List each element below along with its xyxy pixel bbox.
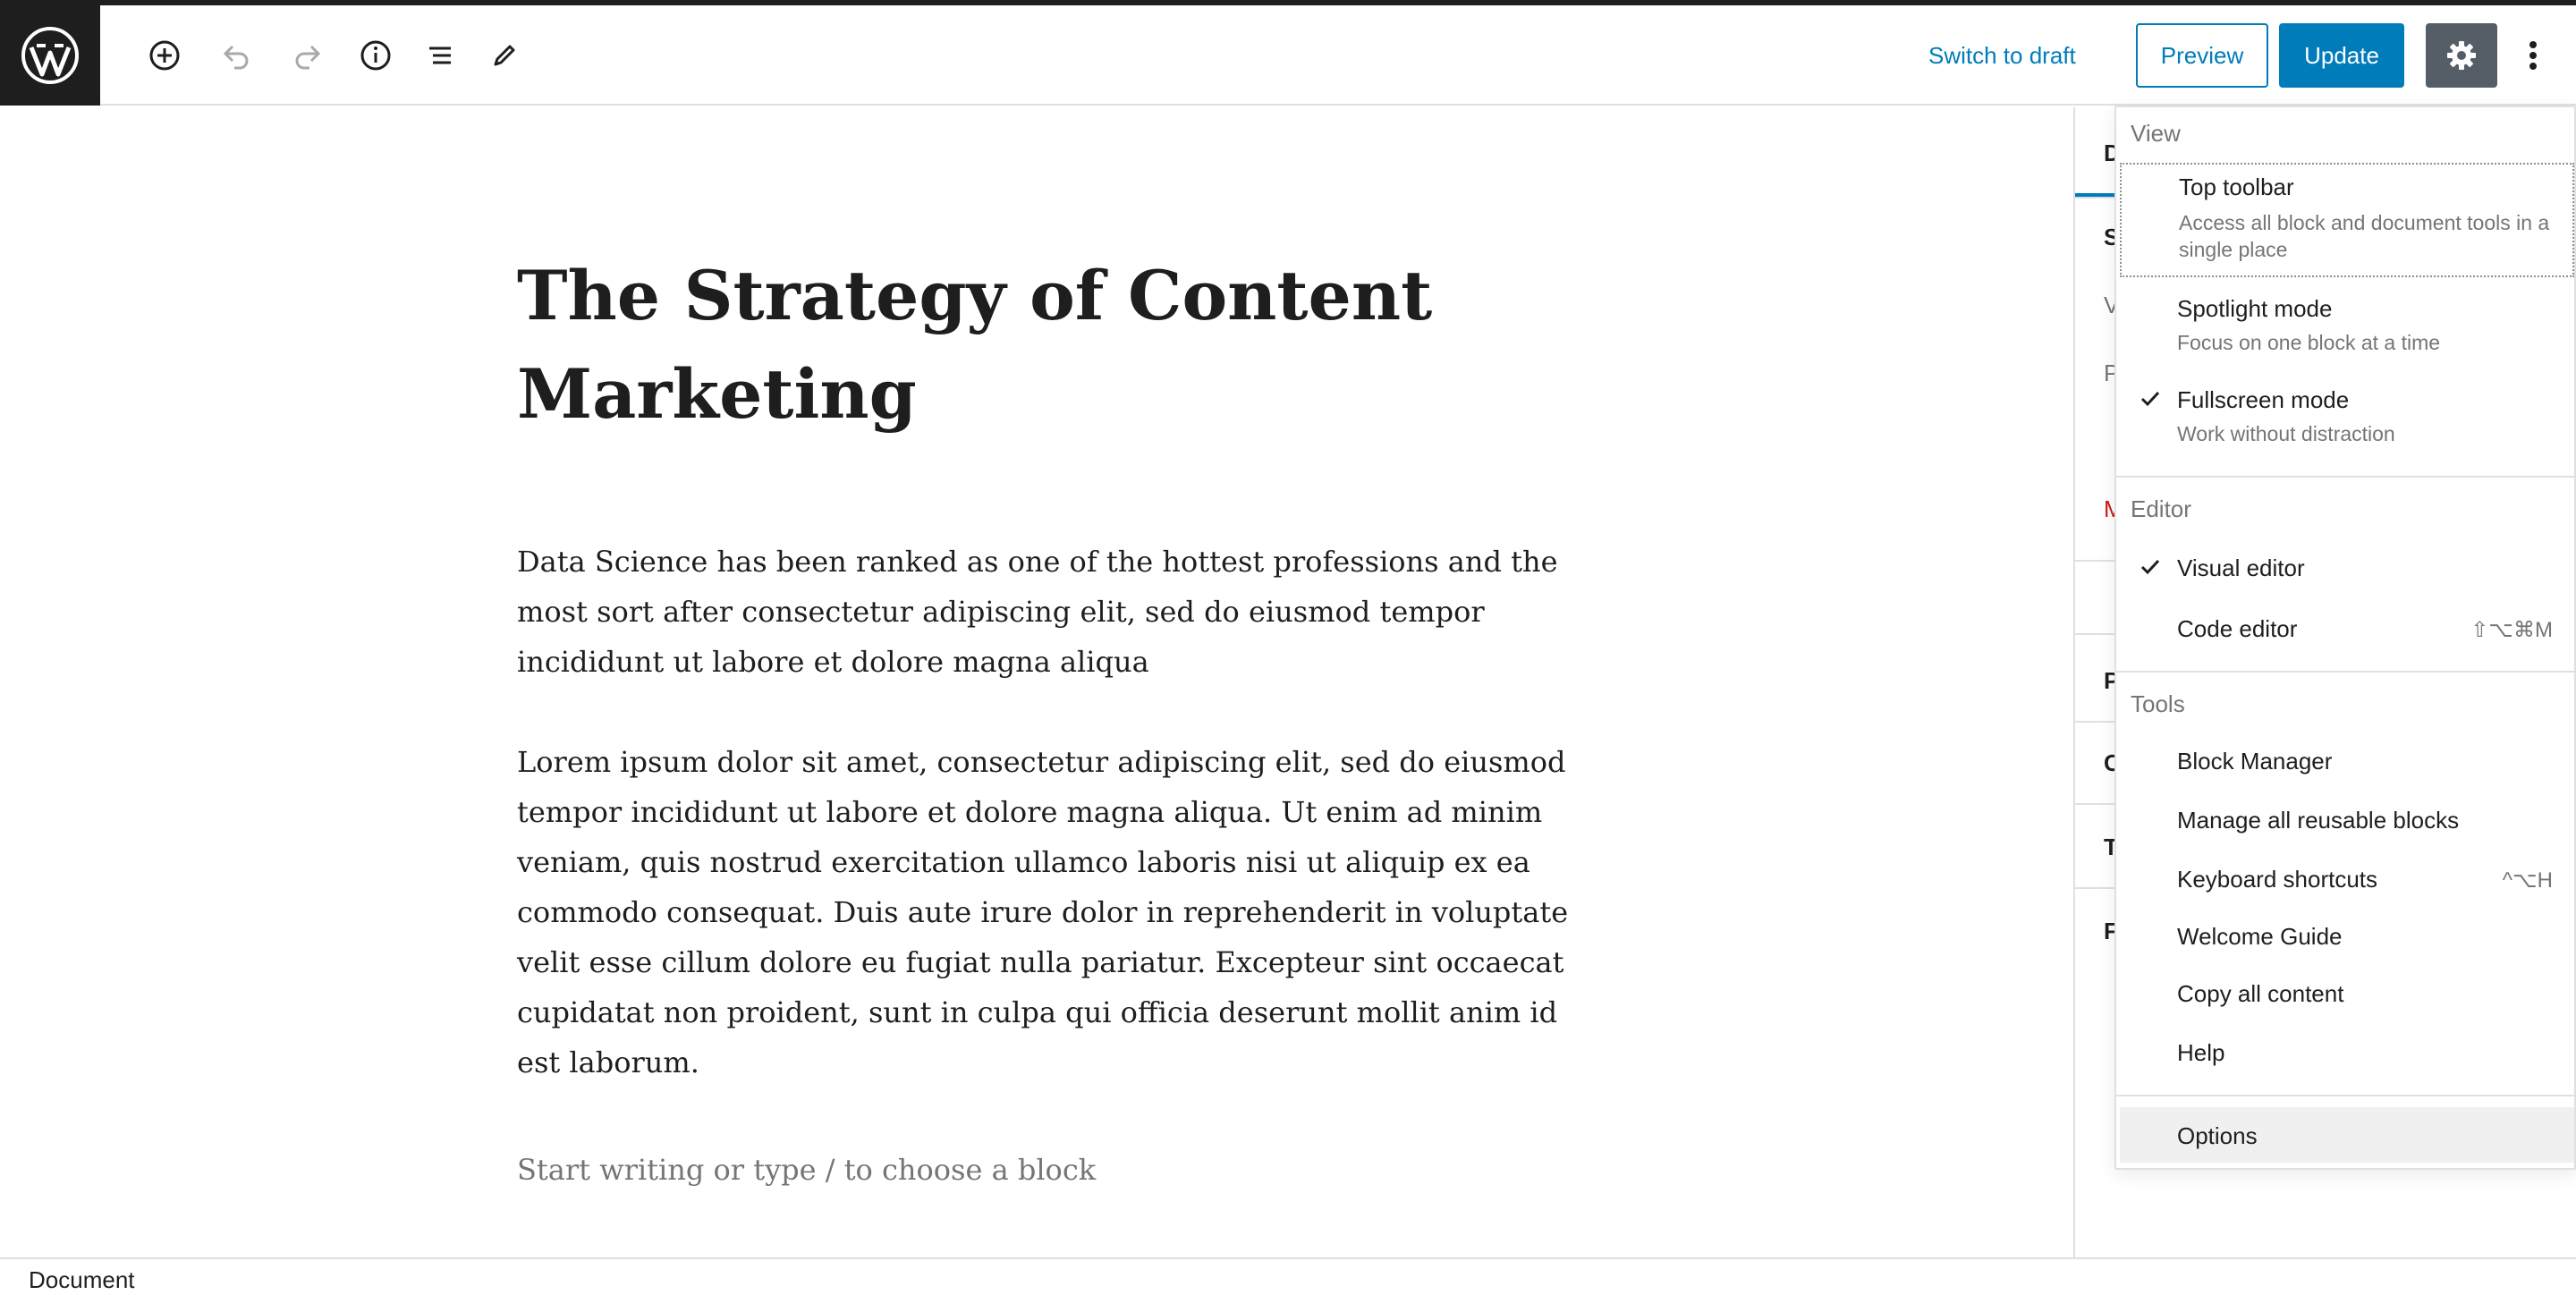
- menu-item-fullscreen-mode[interactable]: Fullscreen mode Work without distraction: [2120, 374, 2574, 460]
- menu-item-label: Options: [2177, 1122, 2258, 1149]
- editor-header: Switch to draft Preview Update: [0, 5, 2576, 106]
- menu-item-label: Visual editor: [2177, 554, 2305, 581]
- more-options-menu: View Top toolbar Access all block and do…: [2114, 106, 2576, 1170]
- more-vertical-icon: [2529, 41, 2537, 70]
- redo-icon[interactable]: [288, 36, 327, 75]
- list-view-icon[interactable]: [420, 36, 460, 75]
- menu-item-label: Block Manager: [2177, 748, 2333, 774]
- menu-divider: [2116, 476, 2574, 478]
- settings-button[interactable]: [2426, 23, 2497, 88]
- menu-item-code-editor[interactable]: Code editor ⇧⌥⌘M: [2120, 599, 2574, 656]
- menu-item-label: Fullscreen mode: [2177, 386, 2350, 413]
- menu-item-label: Help: [2177, 1039, 2225, 1066]
- menu-item-keyboard-shortcuts[interactable]: Keyboard shortcuts ^⌥H: [2120, 850, 2574, 907]
- menu-item-shortcut: ^⌥H: [2502, 868, 2553, 893]
- menu-heading-tools: Tools: [2131, 690, 2185, 717]
- menu-item-label: Spotlight mode: [2177, 295, 2333, 322]
- menu-item-spotlight-mode[interactable]: Spotlight mode Focus on one block at a t…: [2120, 283, 2574, 368]
- menu-divider: [2116, 671, 2574, 673]
- check-icon: [2140, 391, 2160, 407]
- menu-item-description: Work without distraction: [2177, 422, 2395, 445]
- menu-item-description: Focus on one block at a time: [2177, 331, 2441, 354]
- menu-item-label: Code editor: [2177, 615, 2298, 642]
- menu-item-label: Welcome Guide: [2177, 923, 2343, 950]
- switch-to-draft-button[interactable]: Switch to draft: [1918, 29, 2087, 82]
- paragraph-block[interactable]: Lorem ipsum dolor sit amet, consectetur …: [517, 737, 1572, 1088]
- menu-heading-editor: Editor: [2131, 495, 2191, 522]
- preview-button[interactable]: Preview: [2136, 23, 2268, 88]
- menu-item-visual-editor[interactable]: Visual editor: [2120, 538, 2574, 596]
- menu-item-description: Access all block and document tools in a…: [2179, 211, 2550, 261]
- block-appender-placeholder[interactable]: Start writing or type / to choose a bloc…: [517, 1145, 1096, 1195]
- menu-item-block-manager[interactable]: Block Manager: [2120, 732, 2574, 789]
- menu-item-label: Keyboard shortcuts: [2177, 866, 2378, 893]
- menu-item-top-toolbar[interactable]: Top toolbar Access all block and documen…: [2120, 163, 2574, 277]
- wordpress-icon[interactable]: [0, 5, 100, 106]
- menu-item-manage-reusable-blocks[interactable]: Manage all reusable blocks: [2120, 791, 2574, 848]
- menu-heading-view: View: [2131, 120, 2181, 147]
- undo-icon[interactable]: [216, 36, 256, 75]
- menu-divider: [2116, 1095, 2574, 1096]
- menu-item-label: Manage all reusable blocks: [2177, 807, 2460, 834]
- menu-item-copy-all-content[interactable]: Copy all content: [2120, 964, 2574, 1021]
- add-block-icon[interactable]: [145, 36, 184, 75]
- menu-item-help[interactable]: Help: [2120, 1023, 2574, 1080]
- menu-item-label: Top toolbar: [2179, 174, 2294, 200]
- info-icon[interactable]: [356, 36, 395, 75]
- more-options-button[interactable]: [2508, 23, 2558, 88]
- block-breadcrumb-footer: Document: [0, 1257, 2576, 1295]
- menu-item-shortcut: ⇧⌥⌘M: [2470, 618, 2553, 642]
- paragraph-block[interactable]: Data Science has been ranked as one of t…: [517, 537, 1572, 687]
- menu-item-welcome-guide[interactable]: Welcome Guide: [2120, 907, 2574, 964]
- breadcrumb-document[interactable]: Document: [29, 1266, 135, 1294]
- editor-canvas: The Strategy of Content Marketing Data S…: [0, 107, 2073, 1257]
- menu-item-label: Copy all content: [2177, 980, 2344, 1007]
- menu-item-options[interactable]: Options: [2120, 1107, 2574, 1163]
- post-title[interactable]: The Strategy of Content Marketing: [517, 247, 1572, 444]
- check-icon: [2140, 559, 2160, 575]
- edit-mode-icon[interactable]: [485, 36, 524, 75]
- update-button[interactable]: Update: [2279, 23, 2404, 88]
- gear-icon: [2447, 41, 2476, 70]
